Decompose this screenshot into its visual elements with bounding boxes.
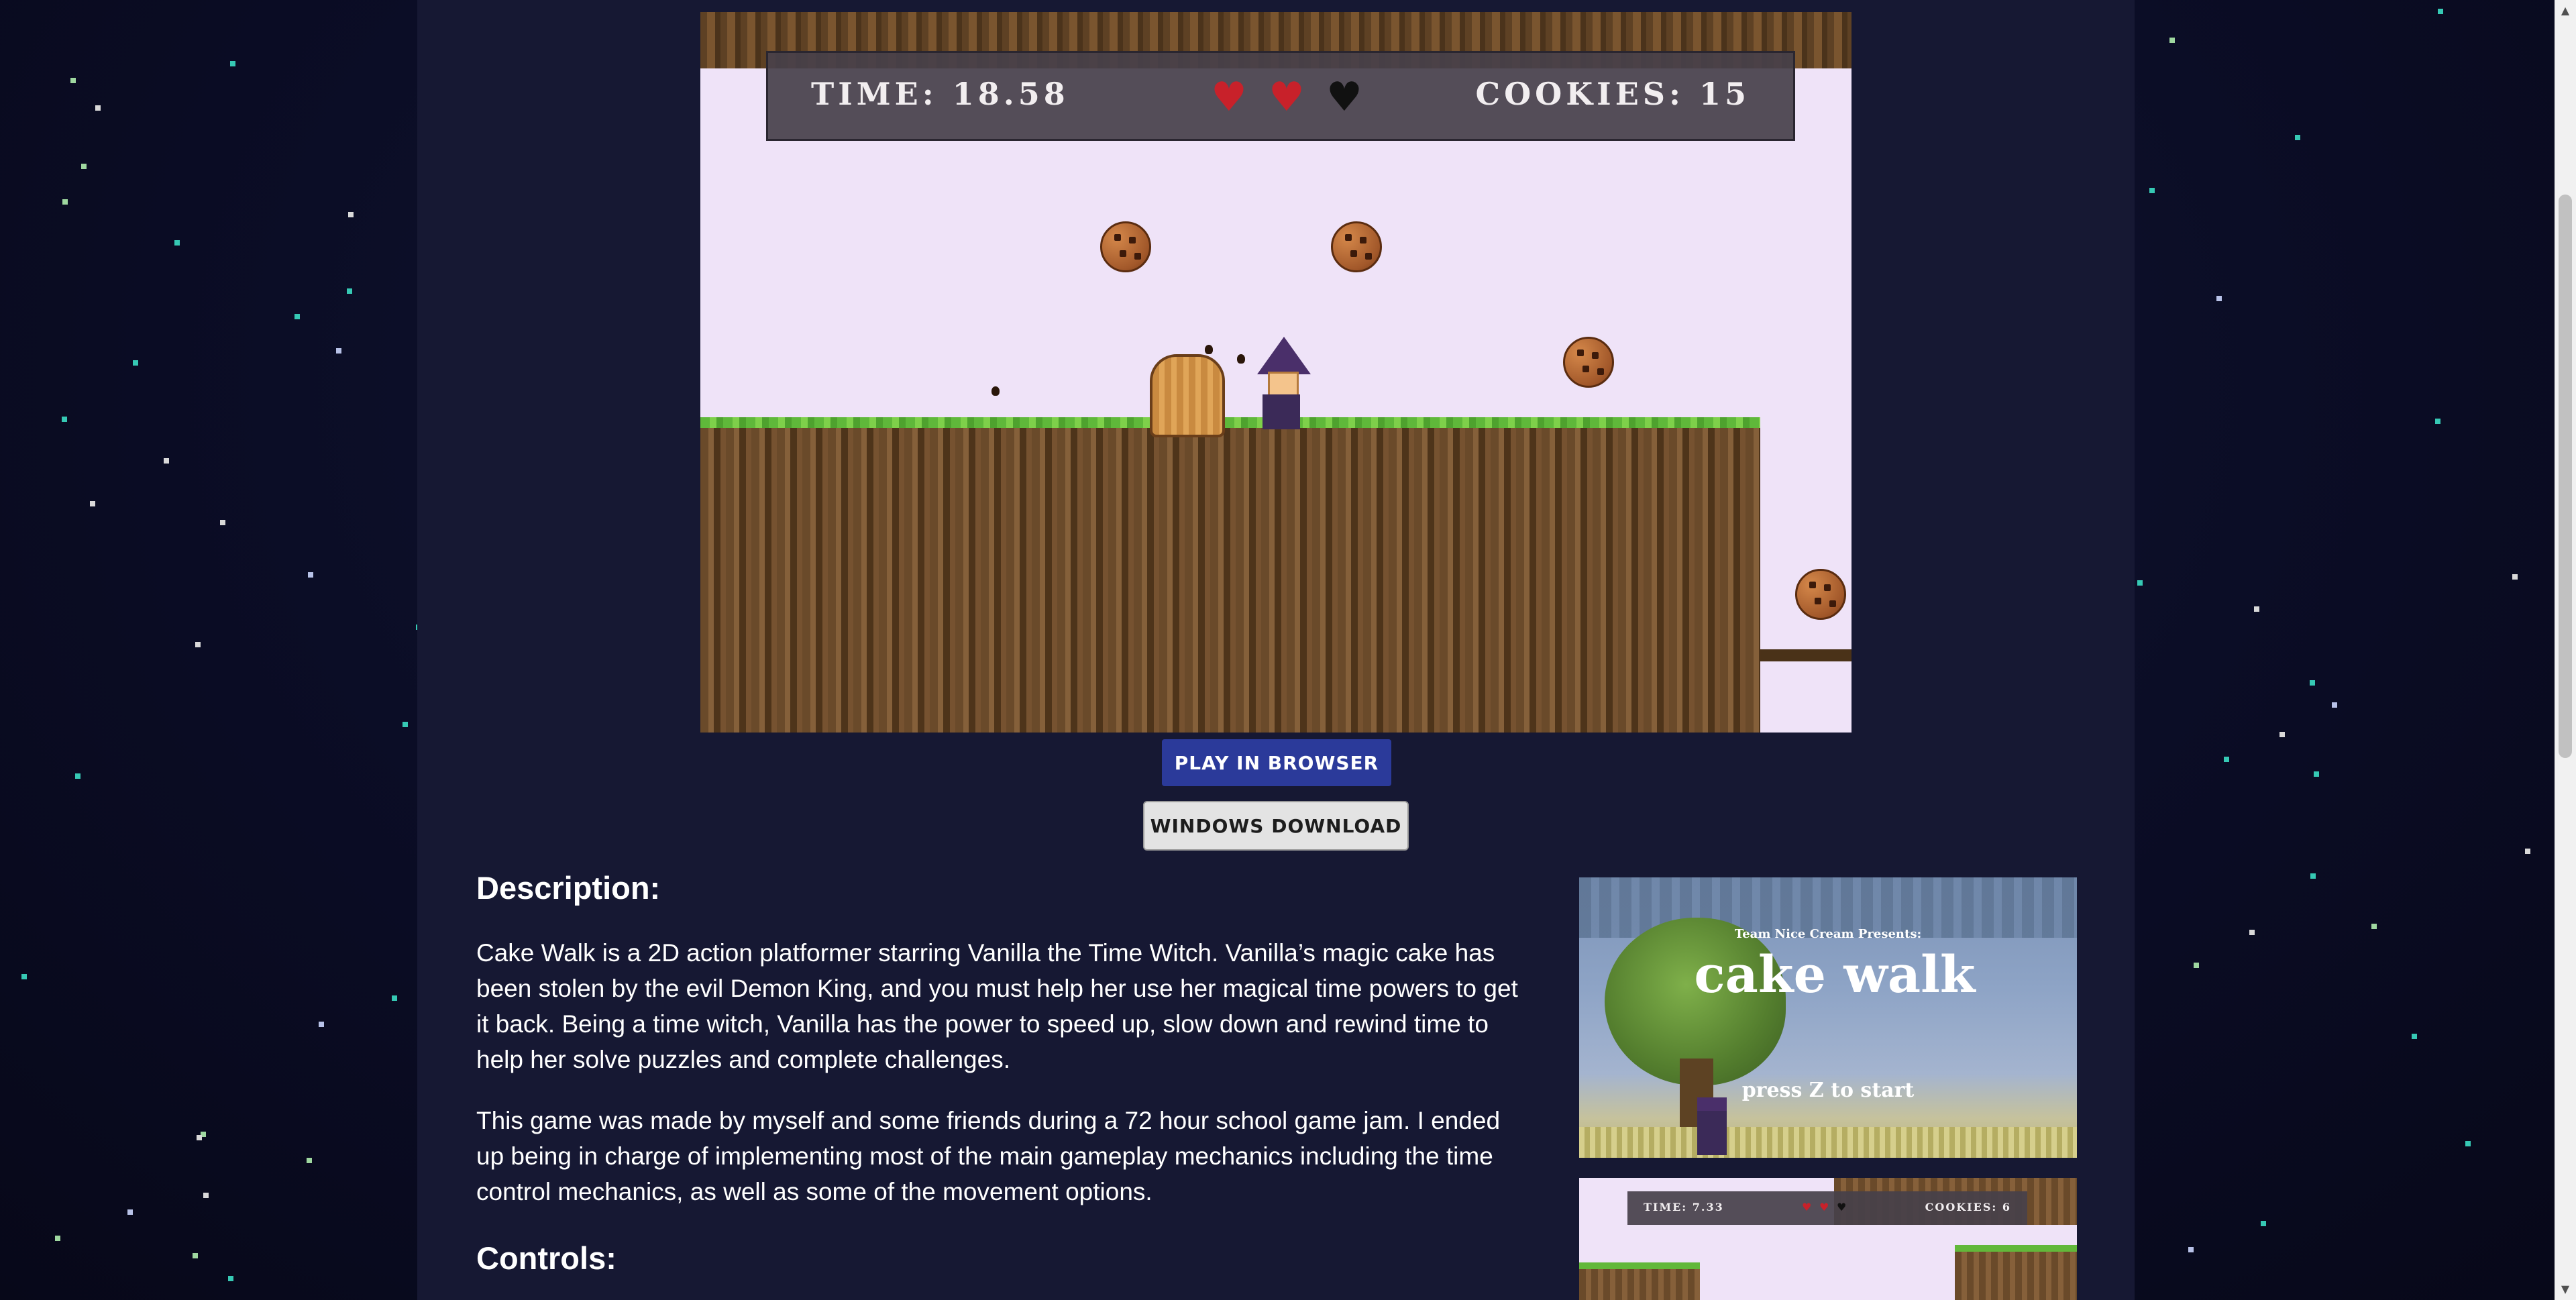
star [2294,135,2300,141]
star [174,239,180,246]
witch-sprite [1697,1097,1727,1155]
star [203,1193,209,1199]
star [163,457,169,464]
star [2310,680,2316,686]
cookie-icon [1563,337,1614,388]
star [335,348,341,354]
star [2137,580,2143,586]
hud-time: TIME: 7.33 [1644,1201,1724,1213]
star [2434,418,2440,424]
witch-body [1263,394,1300,429]
scroll-thumb[interactable] [2559,195,2572,758]
hud-time: TIME: 18.58 [811,76,1069,112]
game-title-text: cake walk [1694,944,1976,1004]
star [132,360,138,366]
star [2261,1221,2267,1227]
description-heading: Description: [476,870,661,906]
star [2438,9,2444,15]
star [2279,732,2285,738]
scrollbar[interactable]: ▲ ▼ [2555,0,2576,1300]
star [2512,574,2518,580]
star [61,417,67,423]
star [81,164,87,170]
star [2310,873,2316,879]
star [319,1021,325,1027]
star [70,78,76,84]
game-hud: TIME: 18.58 ♥ ♥ ♥ COOKIES: 15 [766,51,1795,141]
controls-heading: Controls: [476,1240,616,1276]
crumb-icon [1237,354,1245,364]
screenshot-gameplay[interactable]: TIME: 7.33 ♥ ♥ ♥ COOKIES: 6 [1579,1178,2077,1300]
cake-enemy-sprite [1150,354,1225,437]
heart-empty-icon: ♥ [1837,1201,1848,1213]
screenshot-title-screen[interactable]: Team Nice Cream Presents: cake walk pres… [1579,877,2077,1158]
cookie-icon [1795,569,1846,620]
ledge [1760,649,1851,661]
star [2223,756,2229,762]
witch-sprite [1253,337,1311,431]
scroll-down-icon[interactable]: ▼ [2555,1279,2576,1300]
description-paragraph-2: This game was made by myself and some fr… [476,1107,1501,1205]
windows-download-button[interactable]: WINDOWS DOWNLOAD [1143,801,1409,851]
star [229,61,235,67]
star [307,572,313,578]
star [2314,771,2320,777]
star [2332,702,2338,708]
star [346,288,352,294]
press-start-text: press Z to start [1741,1079,1915,1102]
star [348,212,354,217]
dirt-ground [700,428,1760,733]
game-hud: TIME: 7.33 ♥ ♥ ♥ COOKIES: 6 [1627,1191,2027,1225]
heart-empty-icon: ♥ [1326,74,1362,121]
star [2188,1247,2194,1253]
star [2371,923,2377,929]
star [2524,848,2530,854]
star [2216,296,2222,302]
game-canvas[interactable]: TIME: 18.58 ♥ ♥ ♥ COOKIES: 15 [700,12,1851,733]
star [307,1158,313,1164]
star [2411,1034,2417,1040]
star [197,1134,203,1140]
star [21,974,28,980]
star [192,1252,198,1258]
heart-full-icon: ♥ [1211,74,1247,121]
star [2465,1141,2471,1147]
star [62,199,68,205]
play-in-browser-button[interactable]: PLAY IN BROWSER [1162,739,1391,786]
star [391,995,397,1001]
star [220,519,226,525]
star [2193,962,2199,968]
heart-full-icon: ♥ [1802,1201,1813,1213]
star [55,1236,61,1242]
star [2249,929,2255,935]
hud-cookies: COOKIES: 15 [1475,76,1750,112]
cookie-icon [1100,221,1151,272]
cookie-icon [1331,221,1382,272]
star [2169,37,2176,43]
star [89,500,95,506]
crumb-icon [991,386,1000,396]
star [2253,606,2259,612]
hud-cookies: COOKIES: 6 [1925,1201,2011,1213]
grass-ground [1579,1127,2077,1158]
star [227,1275,233,1281]
scroll-up-icon[interactable]: ▲ [2555,0,2576,21]
star [402,721,409,727]
star [294,314,300,320]
star [195,642,201,648]
grass-platform [1579,1262,1700,1300]
description-paragraph-1: Cake Walk is a 2D action platformer star… [476,939,1518,1073]
star [75,773,81,779]
crumb-icon [1205,345,1213,354]
heart-full-icon: ♥ [1819,1201,1831,1213]
witch-hat [1257,337,1311,374]
star [2149,187,2155,193]
presents-text: Team Nice Cream Presents: [1734,927,1922,941]
heart-full-icon: ♥ [1269,74,1305,121]
star [127,1209,133,1215]
star [95,105,101,111]
grass-platform [1955,1245,2077,1300]
